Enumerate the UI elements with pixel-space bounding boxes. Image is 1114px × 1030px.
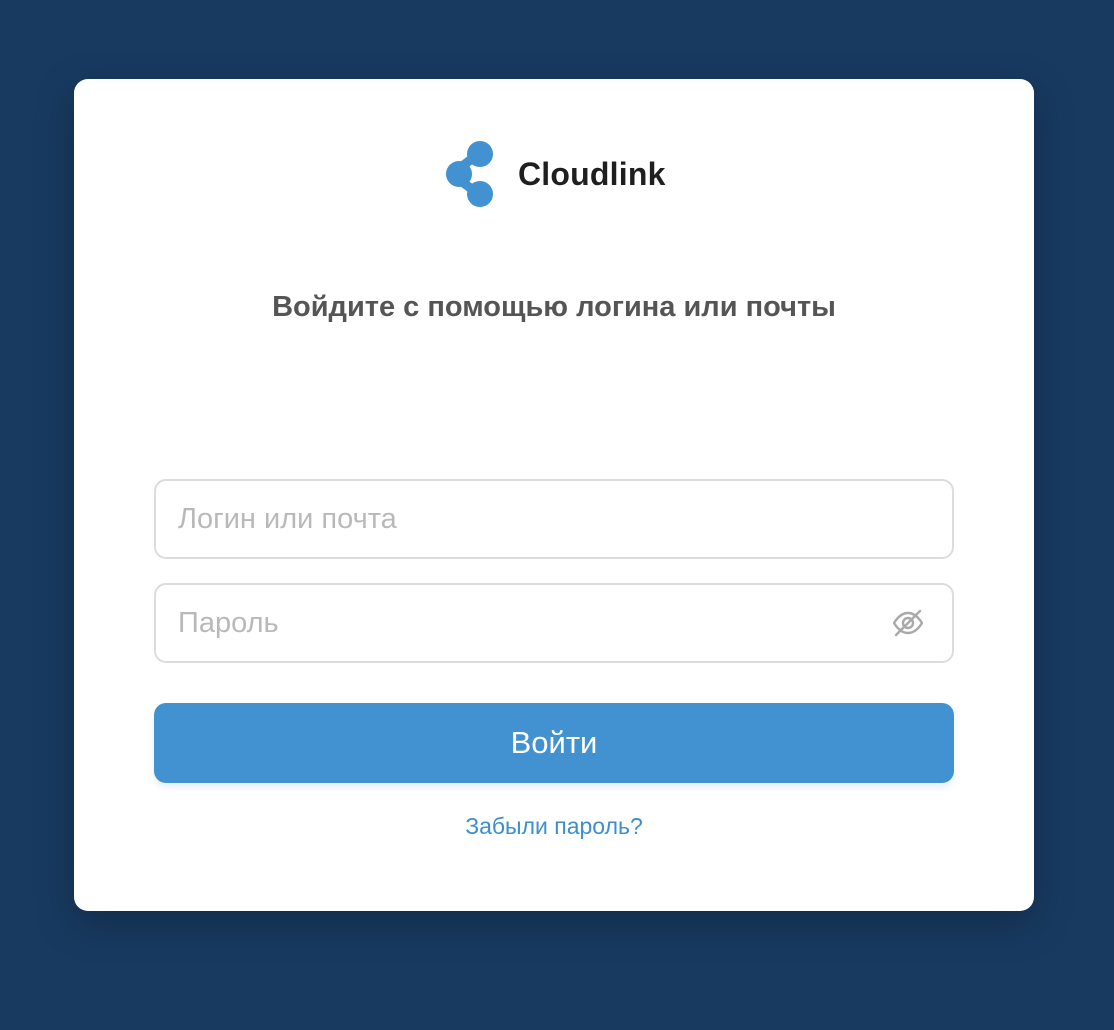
- show-password-toggle[interactable]: [888, 603, 928, 643]
- login-field: [154, 479, 954, 559]
- cloudlink-logo-icon: [446, 141, 493, 207]
- login-heading: Войдите с помощью логина или почты: [272, 291, 836, 323]
- password-input[interactable]: [156, 585, 888, 661]
- forgot-password-link[interactable]: Забыли пароль?: [465, 813, 643, 839]
- login-button[interactable]: Войти: [154, 703, 954, 783]
- brand-logo: Cloudlink: [446, 141, 666, 207]
- eye-off-icon: [892, 609, 924, 637]
- brand-name: Cloudlink: [518, 155, 666, 192]
- forgot-password-row: Забыли пароль?: [74, 813, 1034, 840]
- password-field: [154, 583, 954, 663]
- login-card: Cloudlink Войдите с помощью логина или п…: [74, 79, 1034, 911]
- login-input[interactable]: [156, 481, 952, 557]
